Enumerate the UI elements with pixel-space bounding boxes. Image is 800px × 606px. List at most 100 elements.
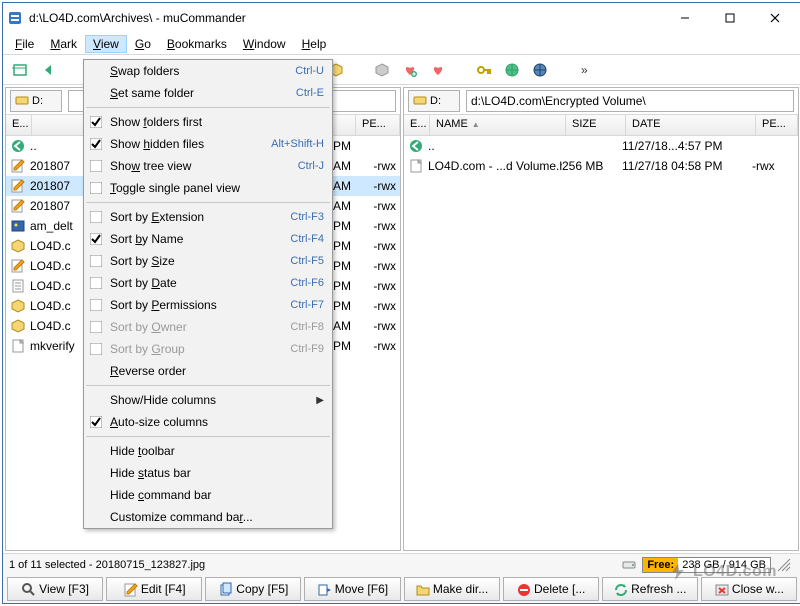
back-icon bbox=[408, 138, 424, 154]
command-bar: View [F3]Edit [F4]Copy [F5]Move [F6]Make… bbox=[3, 575, 800, 603]
col-perm[interactable]: PE... bbox=[756, 115, 798, 135]
app-icon bbox=[7, 10, 23, 26]
table-row[interactable]: ..11/27/18...4:57 PM bbox=[404, 136, 798, 156]
col-date[interactable]: DATE bbox=[626, 115, 756, 135]
cmd-search-button[interactable]: View [F3] bbox=[7, 577, 103, 601]
cmd-folder-button[interactable]: Make dir... bbox=[404, 577, 500, 601]
menu-item[interactable]: Sort by PermissionsCtrl-F7 bbox=[84, 294, 332, 316]
right-drive-button[interactable]: D: bbox=[408, 90, 460, 112]
box-dis-icon[interactable] bbox=[373, 61, 391, 79]
menu-item[interactable]: Show/Hide columns▶ bbox=[84, 389, 332, 411]
globe-b-icon[interactable] bbox=[531, 61, 549, 79]
col-ext[interactable]: E... bbox=[404, 115, 430, 135]
checkbox-icon bbox=[90, 160, 102, 172]
img-icon bbox=[10, 218, 26, 234]
col-perm[interactable]: PE... bbox=[356, 115, 400, 135]
checkbox-icon bbox=[90, 138, 102, 150]
pkg-icon bbox=[10, 318, 26, 334]
menu-item[interactable]: Sort by NameCtrl-F4 bbox=[84, 228, 332, 250]
delete-icon bbox=[516, 582, 530, 596]
resize-grip-icon[interactable] bbox=[777, 558, 791, 572]
menu-view[interactable]: View bbox=[85, 35, 127, 53]
checkbox-icon bbox=[90, 299, 102, 311]
checkbox-icon bbox=[90, 255, 102, 267]
minimize-button[interactable] bbox=[662, 4, 707, 32]
menu-item[interactable]: Sort by SizeCtrl-F5 bbox=[84, 250, 332, 272]
right-panel-header: D: d:\LO4D.com\Encrypted Volume\ bbox=[404, 88, 798, 114]
pkg-icon bbox=[10, 298, 26, 314]
free-label: Free: bbox=[643, 558, 678, 572]
close-button[interactable] bbox=[752, 4, 797, 32]
menu-item[interactable]: Set same folderCtrl-E bbox=[84, 82, 332, 104]
edit-icon bbox=[10, 158, 26, 174]
menu-item[interactable]: Show tree viewCtrl-J bbox=[84, 155, 332, 177]
cmd-refresh-button[interactable]: Refresh ... bbox=[602, 577, 698, 601]
pkg-icon bbox=[10, 238, 26, 254]
menu-item: Sort by OwnerCtrl-F8 bbox=[84, 316, 332, 338]
menu-item[interactable]: Hide command bar bbox=[84, 484, 332, 506]
key-icon[interactable] bbox=[475, 61, 493, 79]
menu-window[interactable]: Window bbox=[235, 35, 294, 53]
checkbox-icon bbox=[90, 182, 102, 194]
menu-item[interactable]: Hide toolbar bbox=[84, 440, 332, 462]
table-row[interactable]: LO4D.com - ...d Volume.hc256 MB11/27/18 … bbox=[404, 156, 798, 176]
globe-a-icon[interactable] bbox=[503, 61, 521, 79]
edit-icon bbox=[10, 198, 26, 214]
col-ext[interactable]: E... bbox=[6, 115, 32, 135]
menubar: FileMarkViewGoBookmarksWindowHelp bbox=[3, 33, 800, 55]
window-title: d:\LO4D.com\Archives\ - muCommander bbox=[29, 11, 662, 25]
checkbox-icon bbox=[90, 321, 102, 333]
checkbox-icon bbox=[90, 416, 102, 428]
menu-bookmarks[interactable]: Bookmarks bbox=[159, 35, 235, 53]
file-icon bbox=[10, 338, 26, 354]
drive-icon bbox=[622, 558, 636, 572]
menu-help[interactable]: Help bbox=[294, 35, 335, 53]
menu-item[interactable]: Sort by DateCtrl-F6 bbox=[84, 272, 332, 294]
close-icon bbox=[714, 582, 728, 596]
cmd-close-button[interactable]: Close w... bbox=[701, 577, 797, 601]
col-name[interactable]: NAME▲ bbox=[430, 115, 566, 135]
cmd-edit-button[interactable]: Edit [F4] bbox=[106, 577, 202, 601]
menu-item[interactable]: Show hidden filesAlt+Shift-H bbox=[84, 133, 332, 155]
more-icon[interactable]: » bbox=[577, 61, 595, 79]
menu-item[interactable]: Toggle single panel view bbox=[84, 177, 332, 199]
cmd-copy-button[interactable]: Copy [F5] bbox=[205, 577, 301, 601]
checkbox-icon bbox=[90, 211, 102, 223]
edit-icon bbox=[123, 582, 137, 596]
menu-item[interactable]: Hide status bar bbox=[84, 462, 332, 484]
cmd-delete-button[interactable]: Delete [... bbox=[503, 577, 599, 601]
edit-icon bbox=[10, 258, 26, 274]
free-value: 238 GB / 914 GB bbox=[678, 559, 770, 571]
heart-add-icon[interactable] bbox=[401, 61, 419, 79]
right-table-body[interactable]: ..11/27/18...4:57 PMLO4D.com - ...d Volu… bbox=[404, 136, 798, 550]
maximize-button[interactable] bbox=[707, 4, 752, 32]
menu-item[interactable]: Auto-size columns bbox=[84, 411, 332, 433]
menu-item[interactable]: Sort by ExtensionCtrl-F3 bbox=[84, 206, 332, 228]
cmd-move-button[interactable]: Move [F6] bbox=[304, 577, 400, 601]
menu-item[interactable]: Swap foldersCtrl-U bbox=[84, 60, 332, 82]
checkbox-icon bbox=[90, 343, 102, 355]
menu-item[interactable]: Reverse order bbox=[84, 360, 332, 382]
folder-icon bbox=[415, 582, 429, 596]
drive-icon bbox=[413, 93, 427, 110]
menu-item[interactable]: Customize command bar... bbox=[84, 506, 332, 528]
svg-text:»: » bbox=[581, 63, 588, 77]
right-path-field[interactable]: d:\LO4D.com\Encrypted Volume\ bbox=[466, 90, 794, 112]
checkbox-icon bbox=[90, 233, 102, 245]
new-window-icon[interactable] bbox=[11, 61, 29, 79]
menu-file[interactable]: File bbox=[7, 35, 42, 53]
right-panel: D: d:\LO4D.com\Encrypted Volume\ E... NA… bbox=[403, 87, 799, 551]
copy-icon bbox=[218, 582, 232, 596]
menu-item: Sort by GroupCtrl-F9 bbox=[84, 338, 332, 360]
menu-item[interactable]: Show folders first bbox=[84, 111, 332, 133]
col-size[interactable]: SIZE bbox=[566, 115, 626, 135]
search-icon bbox=[21, 582, 35, 596]
left-drive-button[interactable]: D: bbox=[10, 90, 62, 112]
menu-go[interactable]: Go bbox=[127, 35, 159, 53]
window: d:\LO4D.com\Archives\ - muCommander File… bbox=[2, 2, 800, 604]
drive-icon bbox=[15, 93, 29, 110]
heart-icon[interactable] bbox=[429, 61, 447, 79]
menu-mark[interactable]: Mark bbox=[42, 35, 85, 53]
sort-asc-icon: ▲ bbox=[472, 120, 480, 129]
go-back-icon[interactable] bbox=[39, 61, 57, 79]
